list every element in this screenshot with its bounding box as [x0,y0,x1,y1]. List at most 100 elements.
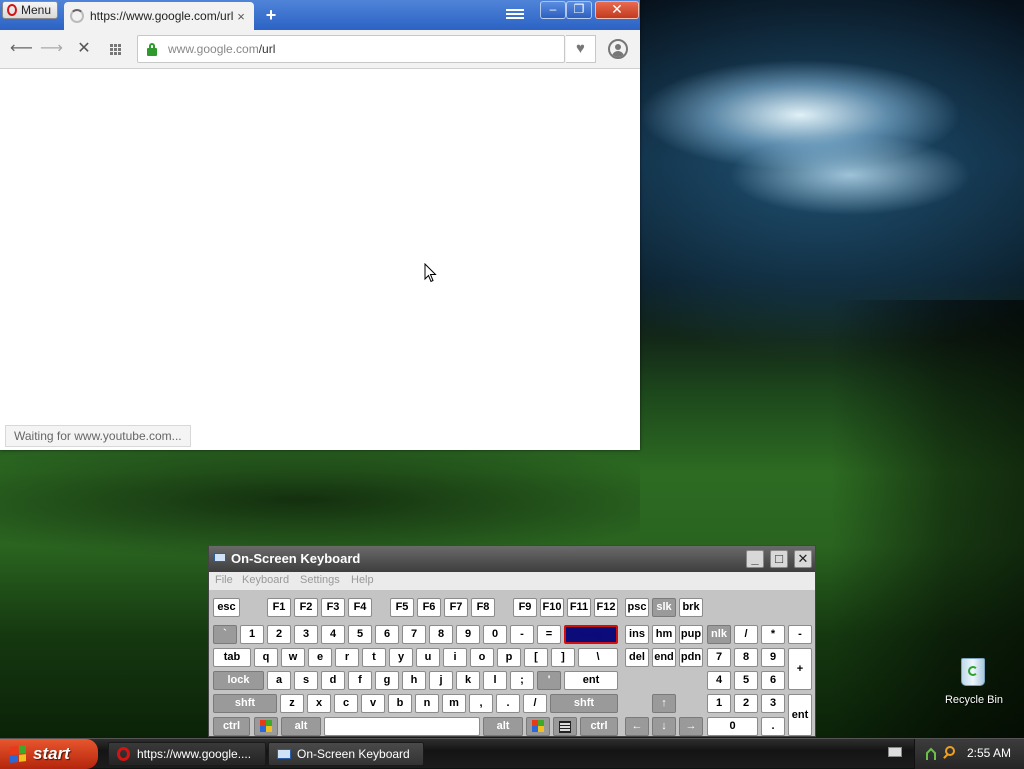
key-k[interactable]: k [456,671,480,690]
key-d[interactable]: d [321,671,345,690]
key-enter[interactable]: ent [564,671,618,690]
key-0[interactable]: 0 [483,625,507,644]
key-f9[interactable]: F9 [513,598,537,617]
account-icon[interactable] [608,39,628,59]
key-num-8[interactable]: 8 [734,648,758,667]
key-n[interactable]: n [415,694,439,713]
key-q[interactable]: q [254,648,278,667]
key-f11[interactable]: F11 [567,598,591,617]
key-f10[interactable]: F10 [540,598,564,617]
key-num-enter[interactable]: ent [788,694,812,736]
key-7[interactable]: 7 [402,625,426,644]
osk-menu-help[interactable]: Help [351,574,374,586]
key-m[interactable]: m [442,694,466,713]
key-period[interactable]: . [496,694,520,713]
key-x[interactable]: x [307,694,331,713]
key-w[interactable]: w [281,648,305,667]
stop-loading-icon[interactable]: ✕ [74,39,94,59]
key-num-9[interactable]: 9 [761,648,785,667]
search-icon[interactable] [945,746,955,756]
key-num-1[interactable]: 1 [707,694,731,713]
key-caps-lock[interactable]: lock [213,671,264,690]
right-arrow-key[interactable]: → [679,717,703,736]
key-j[interactable]: j [429,671,453,690]
key-minus[interactable]: - [510,625,534,644]
key-right-alt[interactable]: alt [483,717,523,736]
key-ins[interactable]: ins [625,625,649,644]
key-nlk[interactable]: nlk [707,625,731,644]
key-9[interactable]: 9 [456,625,480,644]
key-end[interactable]: end [652,648,676,667]
key-left-shift[interactable]: shft [213,694,277,713]
application-menu-key[interactable] [553,717,577,736]
key-3[interactable]: 3 [294,625,318,644]
key-f5[interactable]: F5 [390,598,414,617]
restore-button[interactable]: ❐ [566,1,592,19]
key-f8[interactable]: F8 [471,598,495,617]
osk-menu-keyboard[interactable]: Keyboard [242,574,289,586]
key-left-bracket[interactable]: [ [524,648,548,667]
key-brk[interactable]: brk [679,598,703,617]
tab-menu-icon[interactable] [506,7,524,23]
key-semicolon[interactable]: ; [510,671,534,690]
key-6[interactable]: 6 [375,625,399,644]
key-y[interactable]: y [389,648,413,667]
key-v[interactable]: v [361,694,385,713]
osk-title-bar[interactable]: On-Screen Keyboard _ □ ✕ [209,546,815,572]
key-8[interactable]: 8 [429,625,453,644]
key-1[interactable]: 1 [240,625,264,644]
osk-menu-file[interactable]: File [215,574,233,586]
key-r[interactable]: r [335,648,359,667]
up-arrow-key[interactable]: ↑ [652,694,676,713]
key-backtick[interactable]: ` [213,625,237,644]
key-u[interactable]: u [416,648,440,667]
key-num-plus[interactable]: + [788,648,812,690]
key-num-7[interactable]: 7 [707,648,731,667]
key-right-shift[interactable]: shft [550,694,618,713]
taskbar-item-osk[interactable]: On-Screen Keyboard [268,742,424,766]
bookmark-heart-icon[interactable]: ♥ [566,35,596,63]
key-s[interactable]: s [294,671,318,690]
key-f6[interactable]: F6 [417,598,441,617]
key-left-ctrl[interactable]: ctrl [213,717,250,736]
key-del[interactable]: del [625,648,649,667]
key-esc[interactable]: esc [213,598,240,617]
key-f7[interactable]: F7 [444,598,468,617]
keyboard-tray-icon[interactable] [888,747,902,757]
key-2[interactable]: 2 [267,625,291,644]
forward-arrow-icon[interactable]: ⟶ [40,39,63,59]
key-tab[interactable]: tab [213,648,251,667]
key-num-minus[interactable]: - [788,625,812,644]
key-h[interactable]: h [402,671,426,690]
address-url[interactable]: www.google.com/url [168,42,275,56]
key-t[interactable]: t [362,648,386,667]
key-a[interactable]: a [267,671,291,690]
key-p[interactable]: p [497,648,521,667]
key-backspace[interactable]: bksp [564,625,618,644]
key-num-5[interactable]: 5 [734,671,758,690]
back-arrow-icon[interactable]: ⟵ [10,39,33,59]
key-f4[interactable]: F4 [348,598,372,617]
key-num-multiply[interactable]: * [761,625,785,644]
key-equals[interactable]: = [537,625,561,644]
osk-minimize-button[interactable]: _ [746,550,764,568]
key-comma[interactable]: , [469,694,493,713]
key-num-3[interactable]: 3 [761,694,785,713]
key-num-decimal[interactable]: . [761,717,785,736]
key-e[interactable]: e [308,648,332,667]
key-num-0[interactable]: 0 [707,717,758,736]
down-arrow-key[interactable]: ↓ [652,717,676,736]
key-psc[interactable]: psc [625,598,649,617]
key-slk[interactable]: slk [652,598,676,617]
key-f1[interactable]: F1 [267,598,291,617]
opera-menu-button[interactable]: Menu [2,1,58,19]
key-c[interactable]: c [334,694,358,713]
network-icon[interactable] [925,747,937,761]
key-f3[interactable]: F3 [321,598,345,617]
key-backslash[interactable]: \ [578,648,618,667]
key-pup[interactable]: pup [679,625,703,644]
key-left-alt[interactable]: alt [281,717,321,736]
browser-tab[interactable]: https://www.google.com/url? × [64,2,254,30]
recycle-bin-icon[interactable]: Recycle Bin [940,654,1008,710]
key-slash[interactable]: / [523,694,547,713]
